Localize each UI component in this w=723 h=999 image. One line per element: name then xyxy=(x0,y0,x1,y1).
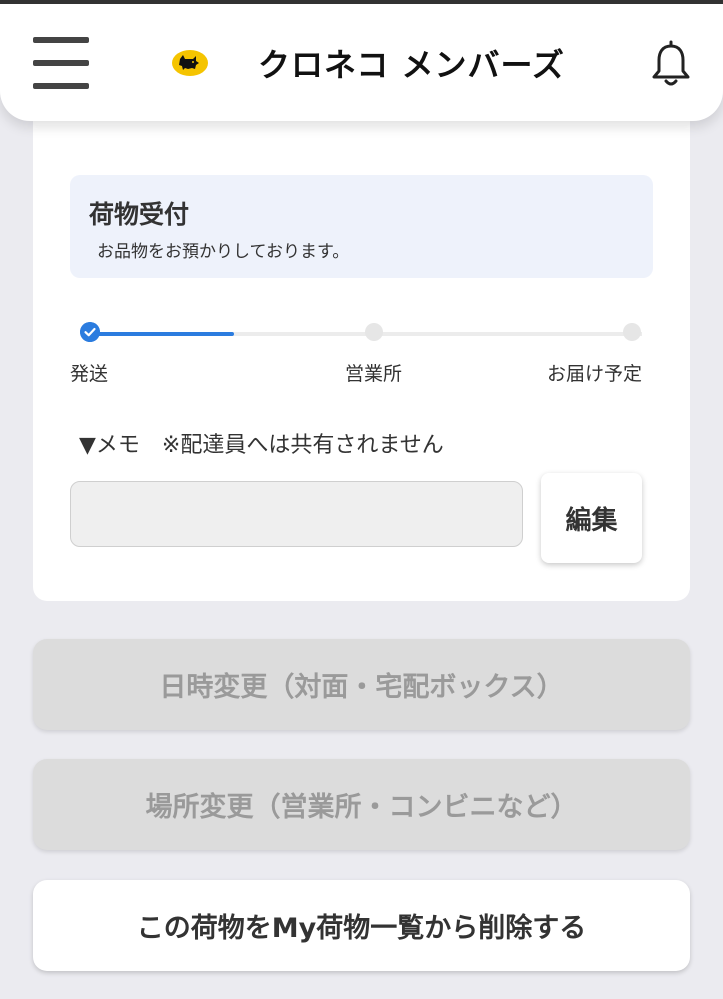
brand-name: クロネコ メンバーズ xyxy=(258,46,565,84)
step-dot-office xyxy=(365,323,383,341)
change-datetime-button[interactable]: 日時変更（対面・宅配ボックス） xyxy=(33,639,690,730)
delivery-status-card: 荷物受付 お品物をお預かりしております。 発送 営業所 お届け予定 ▼メモ ※配… xyxy=(33,100,690,601)
step-dot-delivery xyxy=(623,323,641,341)
status-description: お品物をお預かりしております。 xyxy=(97,242,350,262)
memo-field[interactable] xyxy=(70,481,523,547)
check-icon xyxy=(80,322,100,342)
memo-label: ▼メモ ※配達員へは共有されません xyxy=(79,433,444,458)
progress-fill xyxy=(90,332,234,336)
status-box: 荷物受付 お品物をお預かりしております。 xyxy=(70,175,653,278)
bell-icon[interactable] xyxy=(650,40,692,88)
remove-from-list-button[interactable]: この荷物をMy荷物一覧から削除する xyxy=(33,880,690,971)
step-label-shipped: 発送 xyxy=(70,363,109,385)
black-cat-logo xyxy=(172,50,208,76)
status-title: 荷物受付 xyxy=(89,200,190,229)
memo-edit-button[interactable]: 編集 xyxy=(541,473,642,563)
step-label-delivery: お届け予定 xyxy=(547,363,643,385)
step-label-office: 営業所 xyxy=(345,363,403,385)
app-header: クロネコ メンバーズ xyxy=(0,4,723,121)
hamburger-menu-icon[interactable] xyxy=(33,37,89,89)
change-location-button[interactable]: 場所変更（営業所・コンビニなど） xyxy=(33,759,690,850)
